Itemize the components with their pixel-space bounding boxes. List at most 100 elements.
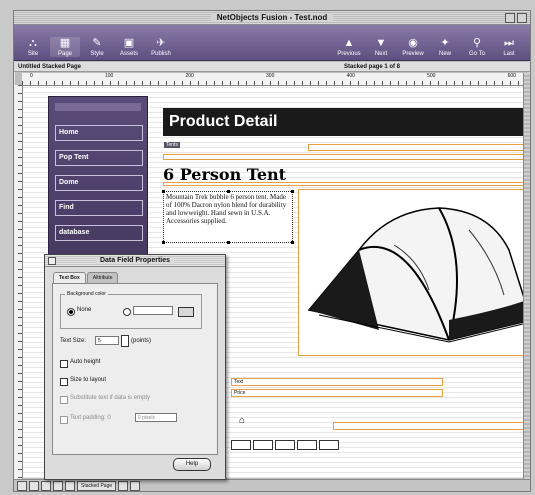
zoom-selector[interactable]: Stacked Page bbox=[77, 480, 117, 491]
horizontal-ruler: 0 100 200 300 400 500 600 bbox=[22, 73, 524, 86]
data-field-long[interactable] bbox=[333, 422, 523, 430]
auto-height-checkbox[interactable] bbox=[60, 360, 68, 368]
page-nav-button[interactable] bbox=[297, 440, 317, 450]
nav-item-database[interactable]: database bbox=[55, 225, 143, 241]
preview-label: Preview bbox=[402, 51, 424, 57]
product-image[interactable] bbox=[298, 189, 523, 356]
resize-handle[interactable] bbox=[291, 241, 294, 244]
preview-button[interactable]: ◉ Preview bbox=[398, 37, 428, 57]
view-button[interactable] bbox=[118, 480, 129, 491]
separator-field[interactable] bbox=[163, 154, 523, 160]
assets-label: Assets bbox=[119, 51, 138, 57]
page-nav-button[interactable] bbox=[231, 440, 251, 450]
site-button[interactable]: ⛬ Site bbox=[18, 37, 48, 57]
previous-button[interactable]: ▲ Previous bbox=[334, 37, 364, 57]
page-name: Untitled Stacked Page bbox=[18, 64, 82, 70]
dialog-title-bar: Data Field Properties bbox=[45, 255, 225, 267]
stacked-page-indicator: Stacked page 1 of 8 bbox=[344, 64, 401, 70]
nav-item-find[interactable]: Find bbox=[55, 200, 143, 216]
page-nav-button[interactable] bbox=[319, 440, 339, 450]
tab-attribute[interactable]: Alttribute bbox=[86, 272, 119, 283]
next-button[interactable]: ▼ Next bbox=[366, 37, 396, 57]
page-button[interactable]: ▦ Page bbox=[50, 37, 80, 57]
resize-handle[interactable] bbox=[291, 190, 294, 193]
nav-item-pop-tent[interactable]: Pop Tent bbox=[55, 150, 143, 166]
view-button[interactable] bbox=[41, 480, 51, 491]
title-bar: NetObjects Fusion - Test.nod bbox=[14, 11, 530, 25]
ruler-numbers: 0 100 200 300 400 500 600 bbox=[22, 73, 524, 79]
text-size-unit: (points) bbox=[131, 338, 152, 344]
last-button[interactable]: ⏭ Last bbox=[494, 37, 524, 57]
view-button[interactable] bbox=[29, 480, 39, 491]
style-icon: ✎ bbox=[92, 37, 102, 49]
ruler-number: 0 bbox=[30, 73, 33, 79]
status-bar: Stacked Page bbox=[14, 479, 530, 491]
last-label: Last bbox=[503, 51, 515, 57]
page-nav-button[interactable] bbox=[253, 440, 273, 450]
new-icon: ✦ bbox=[440, 37, 450, 49]
tent-illustration bbox=[307, 207, 523, 343]
assets-button[interactable]: ▣ Assets bbox=[114, 37, 144, 57]
view-button[interactable] bbox=[53, 480, 63, 491]
dialog-tabs: Text Box Alttribute bbox=[45, 267, 225, 283]
resize-handle[interactable] bbox=[227, 190, 230, 193]
text-padding-checkbox[interactable] bbox=[60, 416, 68, 424]
publish-button[interactable]: ✈ Publish bbox=[146, 37, 176, 57]
text-size-label: Text Size: bbox=[60, 338, 87, 344]
main-toolbar: ⛬ Site ▦ Page ✎ Style ▣ Assets ✈ Publish… bbox=[14, 25, 530, 61]
help-button[interactable]: Help bbox=[173, 458, 211, 471]
ruler-number: 500 bbox=[427, 73, 436, 79]
banner-field[interactable] bbox=[308, 144, 523, 151]
text-padding-label: Text padding: 0 bbox=[70, 415, 111, 421]
preview-icon: ◉ bbox=[408, 37, 418, 49]
substitute-text-checkbox[interactable] bbox=[60, 396, 68, 404]
page-banner[interactable]: Product Detail bbox=[163, 108, 523, 136]
data-field-properties-dialog: Data Field Properties Text Box Alttribut… bbox=[44, 254, 226, 480]
text-padding-input[interactable]: 0 pixels bbox=[135, 413, 177, 422]
vertical-ruler bbox=[14, 85, 23, 479]
background-color-group: Background color None bbox=[60, 291, 202, 329]
goto-button[interactable]: ⚲ Go To bbox=[462, 37, 492, 57]
text-size-input[interactable]: 5 bbox=[95, 336, 119, 345]
ruler-number: 200 bbox=[185, 73, 194, 79]
tab-text-box[interactable]: Text Box bbox=[53, 272, 86, 283]
resize-handle[interactable] bbox=[162, 190, 165, 193]
color-select[interactable] bbox=[133, 306, 173, 315]
zoom-window-button[interactable] bbox=[505, 13, 515, 23]
page-nav-button[interactable] bbox=[275, 440, 295, 450]
resize-handle[interactable] bbox=[227, 241, 230, 244]
vertical-scrollbar[interactable] bbox=[523, 73, 530, 479]
page-label: Page bbox=[57, 51, 72, 57]
breadcrumb-link[interactable]: Tents bbox=[164, 142, 180, 148]
nav-item-home[interactable]: Home bbox=[55, 125, 143, 141]
color-picker-button[interactable] bbox=[178, 307, 194, 317]
view-button[interactable] bbox=[65, 480, 75, 491]
resize-handle[interactable] bbox=[162, 241, 165, 244]
view-button[interactable] bbox=[130, 480, 141, 491]
collapse-window-button[interactable] bbox=[517, 13, 527, 23]
size-to-layout-checkbox[interactable] bbox=[60, 378, 68, 386]
nav-item-dome[interactable]: Dome bbox=[55, 175, 143, 191]
nav-header bbox=[55, 103, 141, 111]
next-label: Next bbox=[374, 51, 388, 57]
dialog-close-button[interactable] bbox=[48, 257, 56, 265]
last-icon: ⏭ bbox=[504, 37, 514, 49]
tab-panel: Background color None Text Size: 5 (poin… bbox=[52, 283, 218, 455]
view-button[interactable] bbox=[17, 480, 27, 491]
data-field-price[interactable]: Price bbox=[231, 389, 443, 397]
text-size-stepper[interactable] bbox=[121, 335, 129, 347]
previous-icon: ▲ bbox=[343, 37, 355, 49]
substitute-text-label: Substitute text if data is empty bbox=[70, 395, 151, 401]
description-text-box[interactable]: Mountain Trek bubble 6 person tent. Made… bbox=[162, 190, 294, 244]
style-button[interactable]: ✎ Style bbox=[82, 37, 112, 57]
new-label: New bbox=[438, 51, 451, 57]
radio-color[interactable] bbox=[123, 308, 131, 316]
title-underline-field[interactable] bbox=[163, 182, 523, 186]
new-button[interactable]: ✦ New bbox=[430, 37, 460, 57]
cart-icon[interactable]: ⌂ bbox=[239, 416, 249, 426]
radio-none[interactable] bbox=[67, 308, 75, 316]
data-field-text[interactable]: Text bbox=[231, 378, 443, 386]
ruler-number: 100 bbox=[104, 73, 114, 79]
product-description: Mountain Trek bubble 6 person tent. Made… bbox=[166, 193, 287, 225]
page-button-row bbox=[231, 440, 339, 450]
